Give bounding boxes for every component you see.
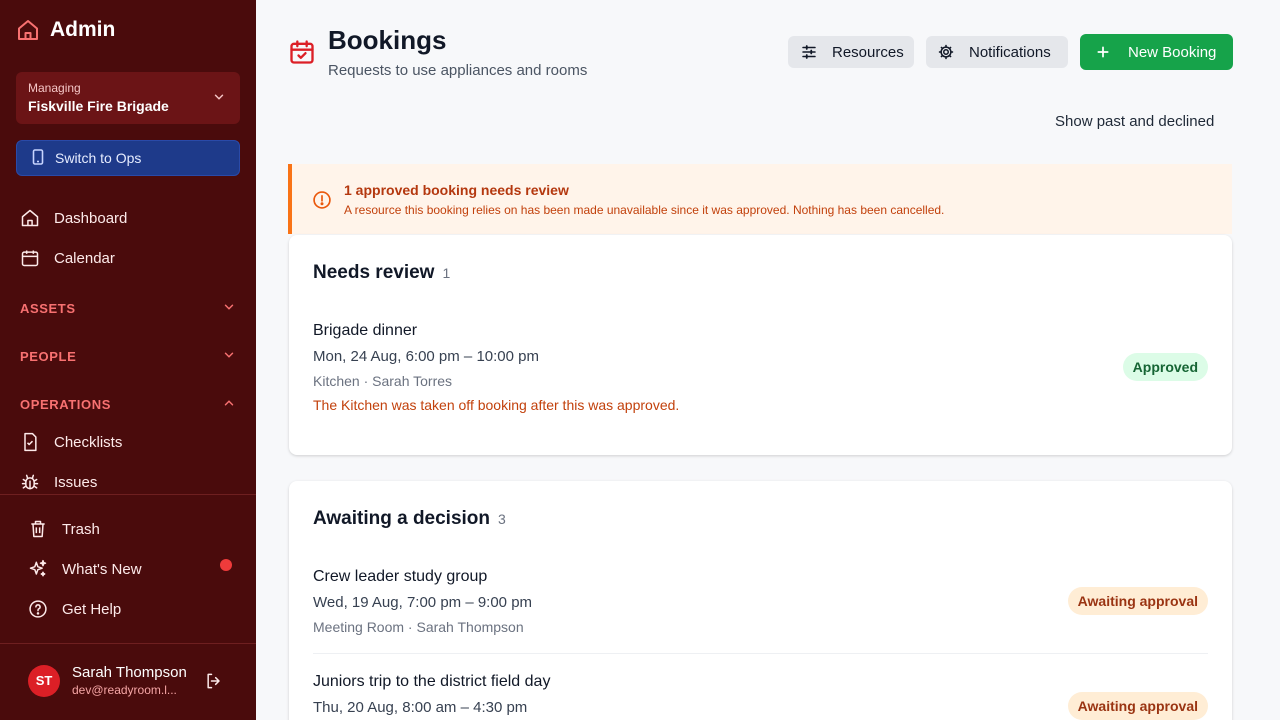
phone-icon — [31, 148, 45, 168]
status-badge: Awaiting approval — [1067, 587, 1208, 615]
page-subtitle: Requests to use appliances and rooms — [328, 62, 588, 79]
booking-title[interactable]: Brigade dinner — [313, 322, 417, 340]
sidebar-divider — [0, 643, 256, 644]
alert-title: 1 approved booking needs review — [344, 182, 569, 198]
notifications-button[interactable]: Notifications — [926, 36, 1068, 68]
section-people-toggle[interactable]: PEOPLE — [20, 348, 236, 365]
user-profile[interactable]: ST Sarah Thompson dev@readyroom.l... — [28, 664, 188, 697]
status-badge: Awaiting approval — [1067, 692, 1208, 720]
brand-title: Admin — [50, 18, 116, 41]
calendar-check-icon — [288, 38, 316, 71]
sidebar-item-checklists[interactable]: Checklists — [20, 432, 122, 452]
section-label: OPERATIONS — [20, 397, 111, 412]
chevron-down-icon — [212, 90, 226, 109]
section-label: ASSETS — [20, 301, 76, 316]
sidebar-item-trash[interactable]: Trash — [28, 519, 100, 539]
booking-title[interactable]: Juniors trip to the district field day — [313, 673, 550, 691]
sidebar-item-calendar[interactable]: Calendar — [20, 248, 115, 268]
booking-title[interactable]: Crew leader study group — [313, 568, 487, 586]
home-icon — [16, 18, 40, 42]
notifications-label: Notifications — [969, 43, 1051, 61]
sidebar-item-whats-new[interactable]: What's New — [28, 559, 142, 579]
sidebar-item-issues[interactable]: Issues — [20, 472, 97, 492]
alert-text: A resource this booking relies on has be… — [344, 203, 945, 217]
booking-warning: The Kitchen was taken off booking after … — [313, 397, 680, 413]
status-badge: Approved — [1122, 353, 1208, 381]
new-booking-label: New Booking — [1128, 43, 1217, 61]
chevron-down-icon — [222, 348, 236, 365]
gear-icon — [937, 43, 955, 61]
sidebar-divider — [0, 494, 256, 495]
alert-circle-icon — [312, 190, 332, 215]
section-label: PEOPLE — [20, 349, 77, 364]
card-count: 3 — [498, 511, 506, 527]
chevron-down-icon — [222, 300, 236, 317]
card-header: Needs review 1 — [313, 262, 450, 284]
org-name: Fiskville Fire Brigade — [28, 98, 169, 114]
switch-to-ops-label: Switch to Ops — [55, 150, 142, 166]
card-title: Needs review — [313, 262, 435, 283]
resources-button[interactable]: Resources — [788, 36, 914, 68]
user-email: dev@readyroom.l... — [72, 683, 177, 697]
sliders-icon — [800, 43, 818, 61]
sidebar-item-label: What's New — [62, 560, 142, 578]
help-icon — [28, 599, 48, 619]
booking-meta: Meeting Room · Sarah Thompson — [313, 619, 524, 635]
sidebar-item-label: Trash — [62, 520, 100, 538]
needs-review-card: Needs review 1 Brigade dinner Mon, 24 Au… — [289, 235, 1232, 455]
sidebar-item-label: Issues — [54, 473, 98, 491]
notification-dot — [220, 559, 232, 571]
booking-time: Wed, 19 Aug, 7:00 pm – 9:00 pm — [313, 594, 533, 611]
user-name: Sarah Thompson — [72, 664, 187, 681]
resources-label: Resources — [832, 43, 904, 61]
show-past-toggle[interactable]: Show past and declined — [1055, 113, 1214, 130]
new-booking-button[interactable]: New Booking — [1080, 34, 1233, 70]
awaiting-decision-card: Awaiting a decision 3 Crew leader study … — [289, 481, 1232, 720]
sidebar: Admin Managing Fiskville Fire Brigade Sw… — [0, 0, 256, 720]
booking-time: Thu, 20 Aug, 8:00 am – 4:30 pm — [313, 699, 528, 716]
trash-icon — [28, 519, 48, 539]
sparkles-icon — [28, 559, 48, 579]
card-count: 1 — [442, 265, 451, 281]
organization-select[interactable]: Managing Fiskville Fire Brigade — [16, 72, 240, 124]
sidebar-item-label: Checklists — [54, 433, 123, 451]
sidebar-item-label: Dashboard — [54, 209, 128, 227]
card-header: Awaiting a decision 3 — [313, 508, 506, 530]
calendar-icon — [20, 248, 40, 268]
sidebar-item-dashboard[interactable]: Dashboard — [20, 208, 127, 228]
switch-to-ops-button[interactable]: Switch to Ops — [16, 140, 240, 176]
section-assets-toggle[interactable]: ASSETS — [20, 300, 236, 317]
review-alert: 1 approved booking needs review A resour… — [288, 164, 1232, 234]
checklist-icon — [20, 432, 40, 452]
section-operations-toggle[interactable]: OPERATIONS — [20, 396, 236, 413]
sidebar-item-label: Get Help — [62, 600, 122, 618]
brand[interactable]: Admin — [16, 18, 115, 42]
logout-icon[interactable] — [204, 671, 224, 696]
plus-icon — [1096, 45, 1110, 59]
org-caption: Managing — [28, 81, 81, 95]
booking-time: Mon, 24 Aug, 6:00 pm – 10:00 pm — [313, 348, 539, 365]
row-divider — [313, 653, 1208, 654]
page-title: Bookings — [328, 25, 447, 55]
chevron-up-icon — [222, 396, 236, 413]
booking-meta: Kitchen · Sarah Torres — [313, 373, 453, 389]
sidebar-item-label: Calendar — [54, 249, 115, 267]
card-title: Awaiting a decision — [313, 508, 491, 529]
avatar: ST — [28, 664, 60, 697]
home-icon — [20, 208, 40, 228]
bug-icon — [20, 472, 40, 492]
sidebar-item-get-help[interactable]: Get Help — [28, 599, 121, 619]
